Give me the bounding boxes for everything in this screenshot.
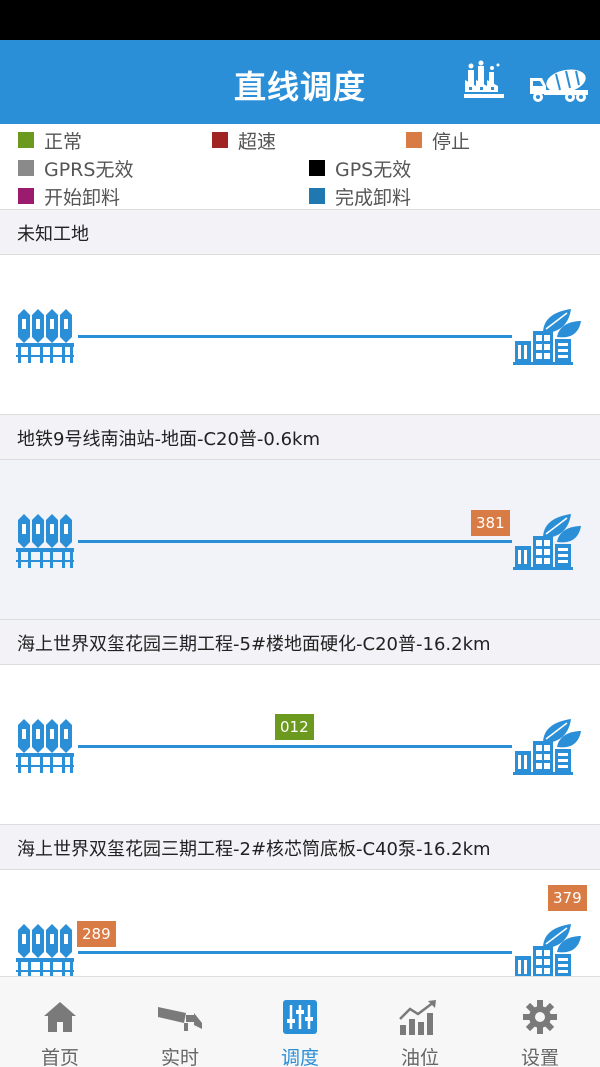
legend-normal: 正常 xyxy=(18,127,82,153)
construction-site-icon xyxy=(513,922,583,980)
route-panel: 289 379 xyxy=(0,870,600,976)
site-header[interactable]: 海上世界双玺花园三期工程-5#楼地面硬化-C20普-16.2km xyxy=(0,619,600,665)
mixer-truck-icon[interactable] xyxy=(526,64,590,104)
nav-label: 设置 xyxy=(520,1047,559,1067)
dispatch-icon xyxy=(283,1000,317,1034)
legend-label: 正常 xyxy=(44,130,83,153)
route-line xyxy=(78,540,512,543)
truck-badge[interactable]: 289 xyxy=(77,921,116,947)
site-name: 未知工地 xyxy=(17,224,89,245)
legend-finish-unloading: 完成卸料 xyxy=(309,183,411,209)
route-panel xyxy=(0,255,600,415)
legend-swatch-normal xyxy=(18,132,34,148)
nav-settings[interactable]: 设置 xyxy=(480,977,600,1067)
legend-swatch-gps-invalid xyxy=(309,160,325,176)
legend-label: 停止 xyxy=(432,130,471,153)
construction-site-icon xyxy=(513,717,583,775)
legend-label: GPS无效 xyxy=(335,158,412,181)
construction-site-icon xyxy=(513,307,583,365)
nav-realtime[interactable]: 实时 xyxy=(120,977,240,1067)
status-legend: 正常 超速 停止 GPRS无效 GPS无效 开始卸料 完成卸料 xyxy=(0,124,600,210)
site-header[interactable]: 海上世界双玺花园三期工程-2#核芯筒底板-C40泵-16.2km xyxy=(0,824,600,870)
legend-gprs-invalid: GPRS无效 xyxy=(18,155,133,181)
legend-gps-invalid: GPS无效 xyxy=(309,155,411,181)
legend-label: 超速 xyxy=(238,130,277,153)
bottom-nav: 首页 实时 调度 油位 设置 xyxy=(0,976,600,1067)
legend-start-unloading: 开始卸料 xyxy=(18,183,120,209)
mixing-plant-icon xyxy=(16,922,76,980)
route-line xyxy=(78,745,512,748)
route-panel: 012 xyxy=(0,665,600,825)
mixing-plant-icon xyxy=(16,512,76,570)
nav-home[interactable]: 首页 xyxy=(0,977,120,1067)
nav-label: 实时 xyxy=(160,1047,199,1067)
site-name: 地铁9号线南油站-地面-C20普-0.6km xyxy=(17,429,320,450)
status-bar xyxy=(0,0,600,40)
route-line xyxy=(78,335,512,338)
truck-badge[interactable]: 012 xyxy=(275,714,314,740)
route-panel: 381 xyxy=(0,460,600,620)
route-line xyxy=(78,951,512,954)
nav-dispatch[interactable]: 调度 xyxy=(240,977,360,1067)
nav-label: 油位 xyxy=(400,1047,439,1067)
chart-icon xyxy=(399,1000,436,1035)
nav-label: 调度 xyxy=(280,1047,319,1067)
legend-swatch-stopped xyxy=(406,132,422,148)
app-bar: 直线调度 xyxy=(0,40,600,124)
gear-icon xyxy=(523,1000,557,1034)
legend-speeding: 超速 xyxy=(212,127,276,153)
factory-icon[interactable] xyxy=(462,60,512,104)
legend-stopped: 停止 xyxy=(406,127,470,153)
legend-label: 开始卸料 xyxy=(44,186,121,209)
legend-label: 完成卸料 xyxy=(335,186,412,209)
legend-swatch-speeding xyxy=(212,132,228,148)
legend-swatch-start-unloading xyxy=(18,188,34,204)
legend-swatch-finish-unloading xyxy=(309,188,325,204)
construction-site-icon xyxy=(513,512,583,570)
site-name: 海上世界双玺花园三期工程-2#核芯筒底板-C40泵-16.2km xyxy=(17,839,491,860)
truck-badge[interactable]: 379 xyxy=(548,885,587,911)
site-name: 海上世界双玺花园三期工程-5#楼地面硬化-C20普-16.2km xyxy=(17,634,491,655)
home-icon xyxy=(44,1002,76,1032)
truck-badge[interactable]: 381 xyxy=(471,510,510,536)
site-header[interactable]: 未知工地 xyxy=(0,209,600,255)
legend-label: GPRS无效 xyxy=(44,158,134,181)
mixing-plant-icon xyxy=(16,717,76,775)
site-header[interactable]: 地铁9号线南油站-地面-C20普-0.6km xyxy=(0,414,600,460)
mixing-plant-icon xyxy=(16,307,76,365)
nav-label: 首页 xyxy=(40,1047,79,1067)
nav-oil-level[interactable]: 油位 xyxy=(360,977,480,1067)
camera-icon xyxy=(158,1007,202,1031)
legend-swatch-gprs-invalid xyxy=(18,160,34,176)
